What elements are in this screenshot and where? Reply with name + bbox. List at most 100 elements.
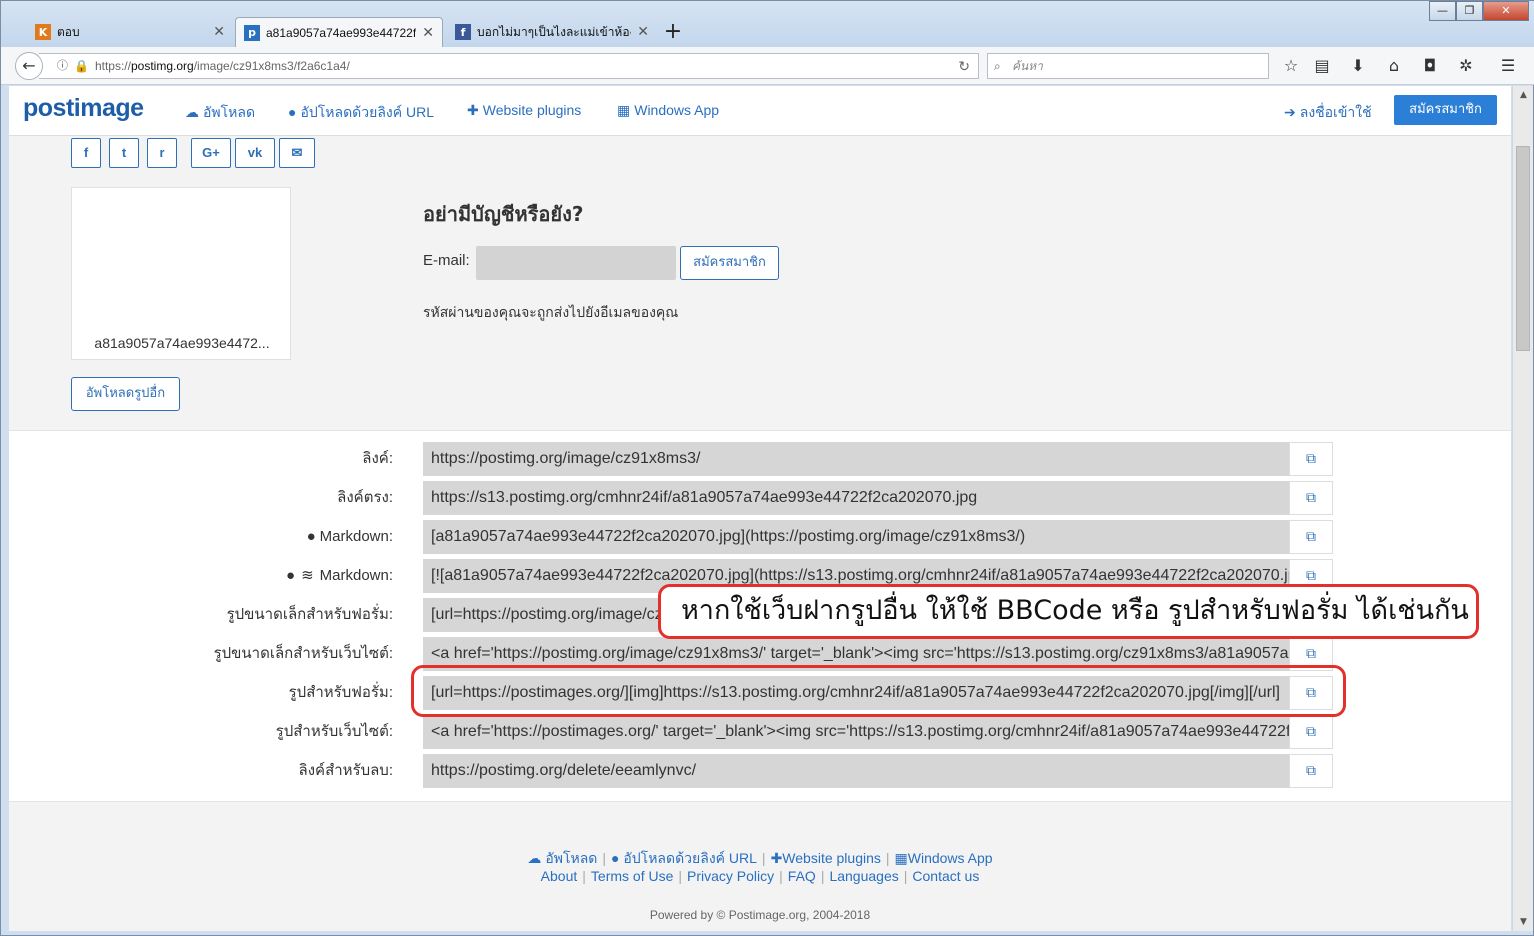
bookmark-star-icon[interactable]: ☆ bbox=[1280, 55, 1302, 77]
puzzle-icon: ✚ bbox=[770, 850, 783, 866]
nav-windows-label: Windows App bbox=[634, 102, 720, 118]
footer-contact-link[interactable]: Contact us bbox=[912, 868, 979, 884]
share-reddit-icon[interactable]: r bbox=[147, 138, 177, 168]
login-label: ลงชื่อเข้าใช้ bbox=[1299, 104, 1372, 120]
globe-icon: ● bbox=[611, 850, 624, 866]
footer-plugins-link[interactable]: Website plugins bbox=[782, 850, 881, 866]
link-row-website: รูปสำหรับเว็บไซต์: <a href='https://post… bbox=[9, 715, 1511, 749]
thumbnail-filename: a81a9057a74ae993e4472... bbox=[94, 335, 270, 351]
nav-upload-label: อัพโหลด bbox=[203, 104, 256, 120]
footer-nav: ☁ อัพโหลด | ● อัปโหลดด้วยลิงค์ URL | ✚Websit… bbox=[527, 850, 993, 866]
password-note: รหัสผ่านของคุณจะถูกส่งไปยังอีเมลของคุณ bbox=[423, 305, 679, 321]
stackoverflow-icon: ≋ bbox=[301, 567, 314, 584]
upload-more-button[interactable]: อัพโหลดรูปอื่ก bbox=[71, 377, 180, 411]
footer-terms-link[interactable]: Terms of Use bbox=[591, 868, 673, 884]
scroll-down-icon[interactable]: ▼ bbox=[1513, 913, 1534, 931]
link-label: รูปสำหรับเว็บไซต์: bbox=[275, 723, 393, 740]
share-vk-icon[interactable]: vk bbox=[235, 138, 275, 168]
copy-icon[interactable]: ⧉ bbox=[1289, 715, 1333, 749]
url-path: /image/cz91x8ms3/f2a6c1a4/ bbox=[193, 59, 350, 73]
link-label: ลิงค์ตรง: bbox=[337, 489, 393, 506]
nav-windows-app[interactable]: ▦ Windows App bbox=[617, 102, 719, 119]
footer-faq-link[interactable]: FAQ bbox=[788, 868, 816, 884]
tab-reply[interactable]: K ตอบ ✕ bbox=[27, 17, 233, 47]
link-field[interactable]: https://s13.postimg.org/cmhnr24if/a81a90… bbox=[423, 481, 1289, 515]
tab-favicon-icon: p bbox=[244, 24, 260, 41]
close-window-button[interactable]: ✕ bbox=[1483, 1, 1529, 21]
nav-website-plugins[interactable]: ✚ Website plugins bbox=[467, 102, 581, 119]
copy-icon[interactable]: ⧉ bbox=[1289, 520, 1333, 554]
pocket-icon[interactable]: ◘ bbox=[1419, 55, 1441, 77]
register-button[interactable]: สมัครสมาชิก bbox=[680, 246, 779, 280]
share-google-plus-icon[interactable]: G+ bbox=[191, 138, 231, 168]
share-email-icon[interactable]: ✉ bbox=[279, 138, 315, 168]
link-field[interactable]: [a81a9057a74ae993e44722f2ca202070.jpg](h… bbox=[423, 520, 1289, 554]
account-title: อย่ามีบัญชีหรือยัง? bbox=[423, 202, 584, 226]
home-icon[interactable]: ⌂ bbox=[1383, 55, 1405, 77]
download-icon[interactable]: ⬇ bbox=[1347, 55, 1369, 77]
search-input[interactable]: ⌕ ค้นหา bbox=[987, 53, 1269, 79]
footer-upload-link[interactable]: อัพโหลด bbox=[545, 850, 597, 866]
link-label: ลิงค์: bbox=[362, 450, 393, 467]
extension-icon[interactable]: ✲ bbox=[1455, 55, 1477, 77]
tab-title: ตอบ bbox=[57, 24, 80, 39]
info-icon[interactable]: ⓘ bbox=[57, 54, 68, 78]
footer-about-link[interactable]: About bbox=[541, 868, 578, 884]
share-facebook-icon[interactable]: f bbox=[71, 138, 101, 168]
footer-languages-link[interactable]: Languages bbox=[829, 868, 898, 884]
image-thumbnail[interactable]: a81a9057a74ae993e4472... bbox=[71, 187, 291, 360]
link-row-link: ลิงค์: https://postimg.org/image/cz91x8m… bbox=[9, 442, 1511, 476]
tab-favicon-icon: K bbox=[35, 24, 51, 40]
windows-icon: ▦ bbox=[617, 102, 631, 118]
github-icon: ● bbox=[286, 567, 296, 584]
scroll-up-icon[interactable]: ▲ bbox=[1513, 86, 1534, 104]
nav-plugins-label: Website plugins bbox=[482, 102, 582, 118]
maximize-button[interactable]: ❐ bbox=[1456, 1, 1483, 21]
footer-links: About | Terms of Use | Privacy Policy | FAQ | La… bbox=[540, 868, 980, 884]
footer-url-link[interactable]: อัปโหลดด้วยลิงค์ URL bbox=[623, 850, 757, 866]
login-icon: ➔ bbox=[1284, 104, 1296, 120]
close-tab-icon[interactable]: ✕ bbox=[637, 24, 649, 40]
nav-upload-url[interactable]: ● อัปโหลดด้วยลิงค์ URL bbox=[288, 102, 434, 124]
footer-windows-link[interactable]: Windows App bbox=[908, 850, 993, 866]
link-label: ● ≋ Markdown: bbox=[286, 559, 393, 593]
tab-facebook[interactable]: f บอกไม่มาๆเป็นไงละแม่เข้าห้องล ✕ bbox=[447, 17, 657, 47]
nav-upload[interactable]: ☁ อัพโหลด bbox=[185, 102, 255, 124]
link-row-markdown-reddit: ● Markdown: [a81a9057a74ae993e44722f2ca20… bbox=[9, 520, 1511, 554]
back-button[interactable]: ← bbox=[15, 52, 43, 80]
menu-icon[interactable]: ☰ bbox=[1497, 55, 1519, 77]
url-bar[interactable]: ⓘ 🔒 https://postimg.org/image/cz91x8ms3/… bbox=[39, 53, 979, 79]
close-tab-icon[interactable]: ✕ bbox=[213, 24, 225, 40]
vertical-scrollbar[interactable]: ▲ ▼ bbox=[1512, 86, 1533, 931]
reload-icon[interactable]: ↻ bbox=[958, 54, 970, 78]
browser-window: K ตอบ ✕ p a81a9057a74ae993e44722f2ca ✕ f… bbox=[0, 0, 1534, 936]
link-field[interactable]: <a href='https://postimages.org/' target… bbox=[423, 715, 1289, 749]
scrollbar-thumb[interactable] bbox=[1516, 146, 1530, 351]
reading-list-icon[interactable]: ▤ bbox=[1311, 55, 1333, 77]
new-tab-button[interactable]: + bbox=[661, 19, 685, 45]
share-twitter-icon[interactable]: t bbox=[109, 138, 139, 168]
lock-icon: 🔒 bbox=[74, 59, 89, 73]
copy-icon[interactable]: ⧉ bbox=[1289, 754, 1333, 788]
link-field[interactable]: https://postimg.org/image/cz91x8ms3/ bbox=[423, 442, 1289, 476]
highlight-box bbox=[411, 665, 1346, 717]
signup-button[interactable]: สมัครสมาชิก bbox=[1394, 95, 1497, 125]
link-field[interactable]: https://postimg.org/delete/eeamlynvc/ bbox=[423, 754, 1289, 788]
link-label: ลิงค์สำหรับลบ: bbox=[298, 762, 393, 779]
site-logo[interactable]: postimage bbox=[23, 94, 144, 123]
email-field[interactable] bbox=[476, 246, 676, 280]
minimize-button[interactable]: — bbox=[1429, 1, 1456, 21]
login-link[interactable]: ➔ ลงชื่อเข้าใช้ bbox=[1284, 102, 1372, 124]
url-prefix: https:// bbox=[94, 59, 131, 73]
footer-privacy-link[interactable]: Privacy Policy bbox=[687, 868, 774, 884]
copy-icon[interactable]: ⧉ bbox=[1289, 442, 1333, 476]
nav-upload-url-label: อัปโหลดด้วยลิงค์ URL bbox=[300, 104, 435, 120]
tab-postimage[interactable]: p a81a9057a74ae993e44722f2ca ✕ bbox=[235, 17, 443, 47]
link-label-text: Markdown: bbox=[319, 528, 393, 545]
tab-bar: K ตอบ ✕ p a81a9057a74ae993e44722f2ca ✕ f… bbox=[1, 1, 1534, 47]
copy-icon[interactable]: ⧉ bbox=[1289, 481, 1333, 515]
page-content: postimage ☁ อัพโหลด ● อัปโหลดด้วยลิงค์ URL… bbox=[9, 86, 1511, 931]
cloud-upload-icon: ☁ bbox=[185, 104, 199, 120]
close-tab-icon[interactable]: ✕ bbox=[422, 25, 434, 41]
link-label: ● Markdown: bbox=[307, 520, 393, 554]
